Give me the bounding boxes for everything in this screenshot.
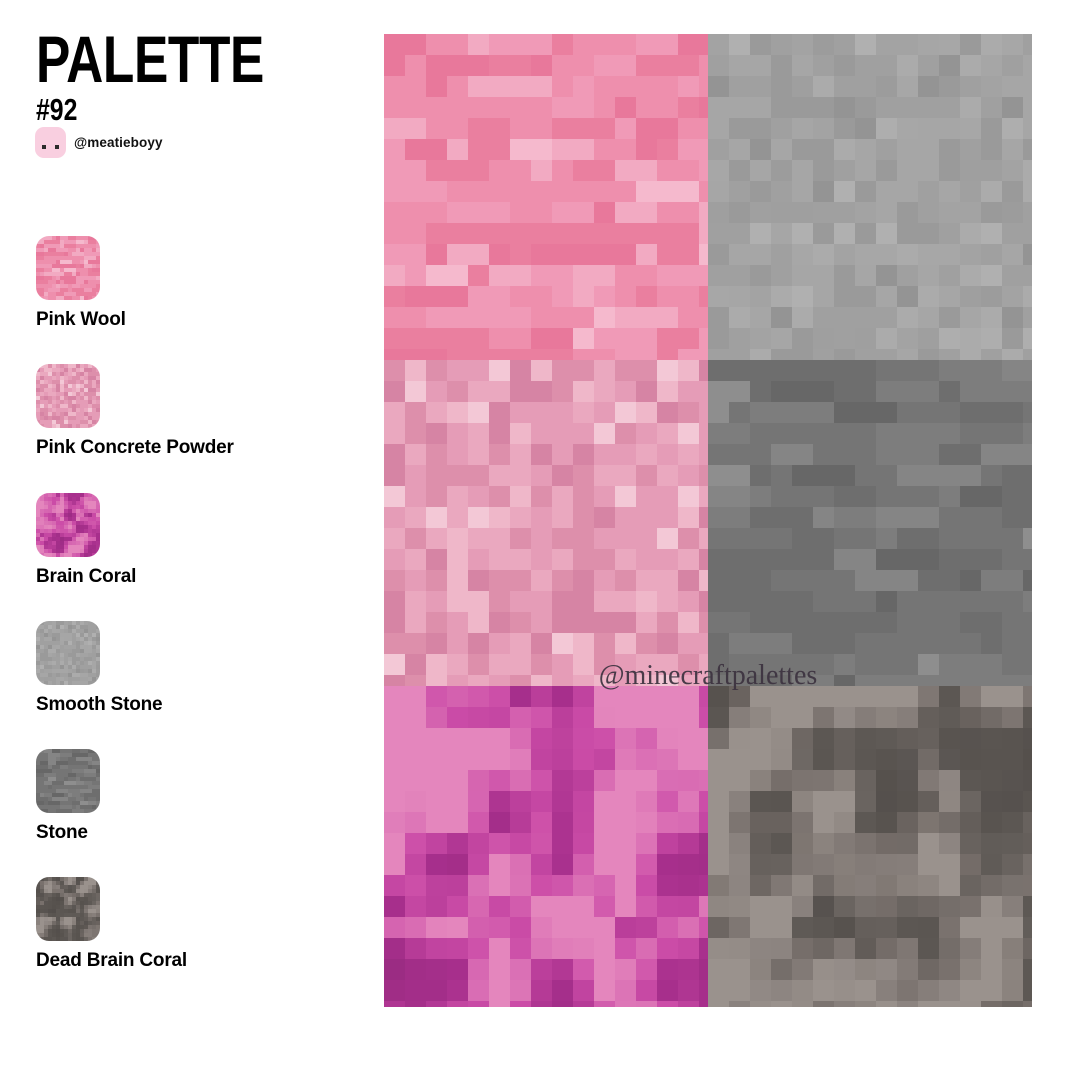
swatch-item-pink-concrete-powder[interactable]: Pink Concrete Powder xyxy=(36,364,336,459)
avatar-eye-left xyxy=(42,144,46,149)
swatch-item-dead-brain-coral[interactable]: Dead Brain Coral xyxy=(36,877,336,972)
preview-texture-canvas xyxy=(384,34,1032,1007)
swatch-label: Dead Brain Coral xyxy=(36,950,187,971)
page-title: PALETTE xyxy=(36,22,264,96)
author-name[interactable]: @meatieboyy xyxy=(74,135,163,150)
swatch-color-powder[interactable] xyxy=(36,364,100,428)
swatch-label: Pink Concrete Powder xyxy=(36,437,234,458)
swatch-item-pink-wool[interactable]: Pink Wool xyxy=(36,236,336,331)
pig-face-avatar-icon xyxy=(35,126,66,158)
swatch-item-smooth-stone[interactable]: Smooth Stone xyxy=(36,621,336,716)
swatch-color-wool[interactable] xyxy=(36,236,100,300)
palette-page: PALETTE #92 @meatieboyy Pink Wool Pink Co… xyxy=(0,0,1080,1080)
swatch-color-stone[interactable] xyxy=(36,749,100,813)
swatch-item-stone[interactable]: Stone xyxy=(36,749,336,844)
palette-number: #92 xyxy=(36,92,78,127)
avatar-eye-right xyxy=(55,144,59,149)
swatch-color-coral[interactable] xyxy=(36,493,100,557)
swatch-color-deadcoral[interactable] xyxy=(36,877,100,941)
swatch-label: Smooth Stone xyxy=(36,694,163,715)
sidebar: PALETTE #92 @meatieboyy Pink Wool Pink Co… xyxy=(0,0,384,1080)
author-row[interactable]: @meatieboyy xyxy=(35,126,163,158)
swatch-color-smooth[interactable] xyxy=(36,621,100,685)
swatch-item-brain-coral[interactable]: Brain Coral xyxy=(36,493,336,588)
swatch-label: Brain Coral xyxy=(36,566,137,587)
swatch-label: Pink Wool xyxy=(36,309,126,330)
swatch-label: Stone xyxy=(36,822,88,843)
palette-preview-image: @minecraftpalettes xyxy=(384,34,1032,1007)
